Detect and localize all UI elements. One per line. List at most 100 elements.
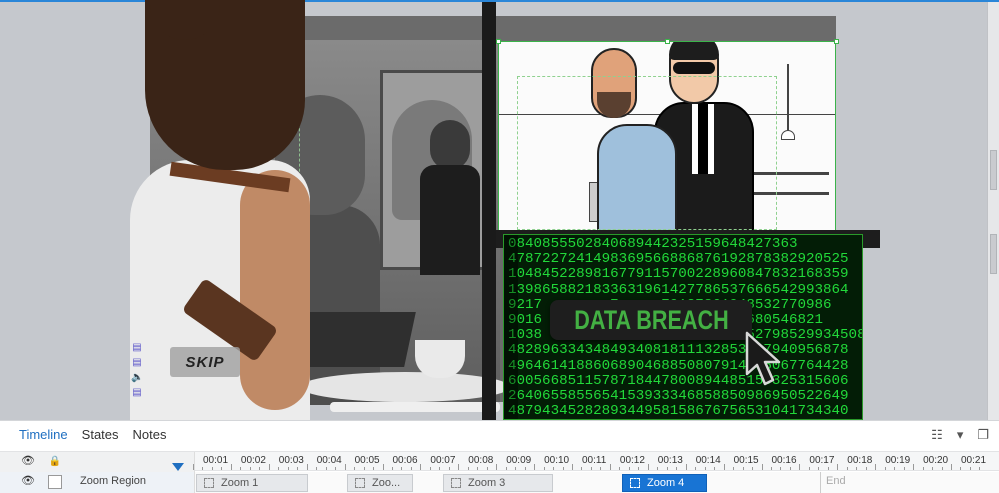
zoom-icon xyxy=(630,478,640,488)
ruler-tick xyxy=(752,467,754,470)
cursor-arrow-icon xyxy=(745,331,781,386)
ruler-tick xyxy=(420,464,422,470)
timeline-toolbar: ☷ ▾ ❐ xyxy=(931,427,989,443)
ruler-tick xyxy=(505,467,507,470)
ruler-time-label: 00:01 xyxy=(203,455,229,466)
ruler-tick xyxy=(770,467,772,470)
resize-handle[interactable] xyxy=(496,39,501,44)
ruler-tick xyxy=(543,467,545,470)
ruler-tick xyxy=(202,467,204,470)
ruler-tick xyxy=(951,464,952,470)
ruler-tick xyxy=(448,467,450,470)
ruler-tick xyxy=(818,467,820,470)
ruler-tick xyxy=(979,467,981,470)
ruler-tick xyxy=(515,467,517,470)
ruler-tick xyxy=(941,467,943,470)
device-icon[interactable]: ▤ xyxy=(131,357,143,368)
lamp-cord xyxy=(787,64,789,134)
canvas-stage[interactable]: ▤ ▤ 🔈 ▤ SKIP 084085550284068944232515964… xyxy=(0,0,999,420)
ruler-tick xyxy=(401,467,403,470)
ruler-time-label: 00:08 xyxy=(468,455,494,466)
zoom-icon xyxy=(355,478,365,488)
suit-man-body xyxy=(420,165,480,275)
ruler-time-label: 00:21 xyxy=(961,455,987,466)
ruler-tick xyxy=(808,467,810,470)
coffee-cup xyxy=(415,340,465,378)
ruler-tick xyxy=(373,467,375,470)
ruler-tick xyxy=(894,467,896,470)
speaker-icon[interactable]: 🔈 xyxy=(131,372,143,383)
zoom-clip[interactable]: Zoom 3 xyxy=(443,474,553,492)
zoom-icon xyxy=(204,478,214,488)
tab-notes[interactable]: Notes xyxy=(126,421,174,449)
data-breach-label: DATA BREACH xyxy=(573,304,729,335)
eye-icon[interactable]: 👁 xyxy=(21,455,35,468)
ruler-tick xyxy=(638,467,640,470)
ruler-tick xyxy=(666,467,668,470)
end-label: End xyxy=(826,475,846,487)
ruler-tick xyxy=(761,464,763,470)
ruler-time-label: 00:06 xyxy=(392,455,418,466)
dropdown-icon[interactable]: ▾ xyxy=(957,427,964,443)
ruler-tick xyxy=(780,467,782,470)
zoom-clip[interactable]: Zoo... xyxy=(347,474,413,492)
data-breach-banner[interactable]: DATA BREACH xyxy=(550,300,752,340)
ruler-time-label: 00:12 xyxy=(619,455,645,466)
scrollbar-thumb[interactable] xyxy=(990,234,997,274)
zoom-clip[interactable]: Zoom 1 xyxy=(196,474,308,492)
ruler-tick xyxy=(553,467,555,470)
ruler-tick xyxy=(827,467,829,470)
lock-icon[interactable]: 🔒 xyxy=(48,455,62,468)
agent-hair xyxy=(669,42,719,60)
device-icon[interactable]: ▤ xyxy=(131,342,143,353)
ruler-tick xyxy=(363,467,365,470)
ruler-tick xyxy=(837,464,839,470)
tab-states[interactable]: States xyxy=(75,421,126,449)
ruler-time-label: 00:19 xyxy=(885,455,911,466)
scene-bottom-edge xyxy=(330,402,500,412)
ruler-tick xyxy=(306,464,308,470)
tab-timeline[interactable]: Timeline xyxy=(12,421,75,449)
ruler-tick xyxy=(524,467,526,470)
zoom-clip-selected[interactable]: Zoom 4 xyxy=(622,474,707,492)
lamp-shade xyxy=(781,130,795,140)
restore-window-icon[interactable]: ❐ xyxy=(977,427,989,443)
ruler-tick xyxy=(458,464,460,470)
ruler-tick xyxy=(628,467,630,470)
eye-icon[interactable]: 👁 xyxy=(21,475,35,488)
ruler-tick xyxy=(846,467,848,470)
ruler-tick xyxy=(439,467,441,470)
timeline-panel: Timeline States Notes ☷ ▾ ❐ 👁 🔒 00:01 00:… xyxy=(0,420,999,493)
zoom-region-track[interactable]: 👁 Zoom Region Zoom 1 Zoo... Zoom 3 Zoom … xyxy=(0,472,999,493)
device-icon[interactable]: ▤ xyxy=(131,387,143,398)
ruler-tick xyxy=(590,467,592,470)
track-options-icon[interactable]: ☷ xyxy=(931,427,943,443)
ruler-tick xyxy=(562,467,564,470)
ruler-time-label: 00:14 xyxy=(695,455,721,466)
skip-label: SKIP xyxy=(185,353,225,371)
ruler-tick xyxy=(647,464,649,470)
track-checkbox[interactable] xyxy=(48,475,62,489)
ruler-tick xyxy=(619,467,621,470)
ruler-time-label: 00:16 xyxy=(771,455,797,466)
ruler-tick xyxy=(259,467,261,470)
ruler-time-label: 00:05 xyxy=(354,455,380,466)
zoom-icon xyxy=(451,478,461,488)
playhead-marker[interactable] xyxy=(172,463,184,471)
timeline-ruler[interactable]: 👁 🔒 00:01 00:02 00:03 00:04 00:05 00:06 00:07 0… xyxy=(0,451,999,472)
ruler-tick xyxy=(685,464,687,470)
ruler-tick xyxy=(932,467,934,470)
comic-panel-selected[interactable] xyxy=(498,41,836,235)
ruler-tick xyxy=(960,467,962,470)
skip-button[interactable]: SKIP xyxy=(170,347,240,377)
ruler-tick xyxy=(240,467,242,470)
resize-handle[interactable] xyxy=(834,39,839,44)
matrix-shade xyxy=(504,235,518,419)
ruler-tick xyxy=(354,467,356,470)
resize-handle[interactable] xyxy=(665,39,670,44)
ruler-tick xyxy=(467,467,469,470)
track-header: 👁 Zoom Region xyxy=(0,472,195,493)
ruler-tick xyxy=(609,464,611,470)
scrollbar-thumb[interactable] xyxy=(990,150,997,190)
vertical-scrollbar[interactable] xyxy=(987,2,999,420)
